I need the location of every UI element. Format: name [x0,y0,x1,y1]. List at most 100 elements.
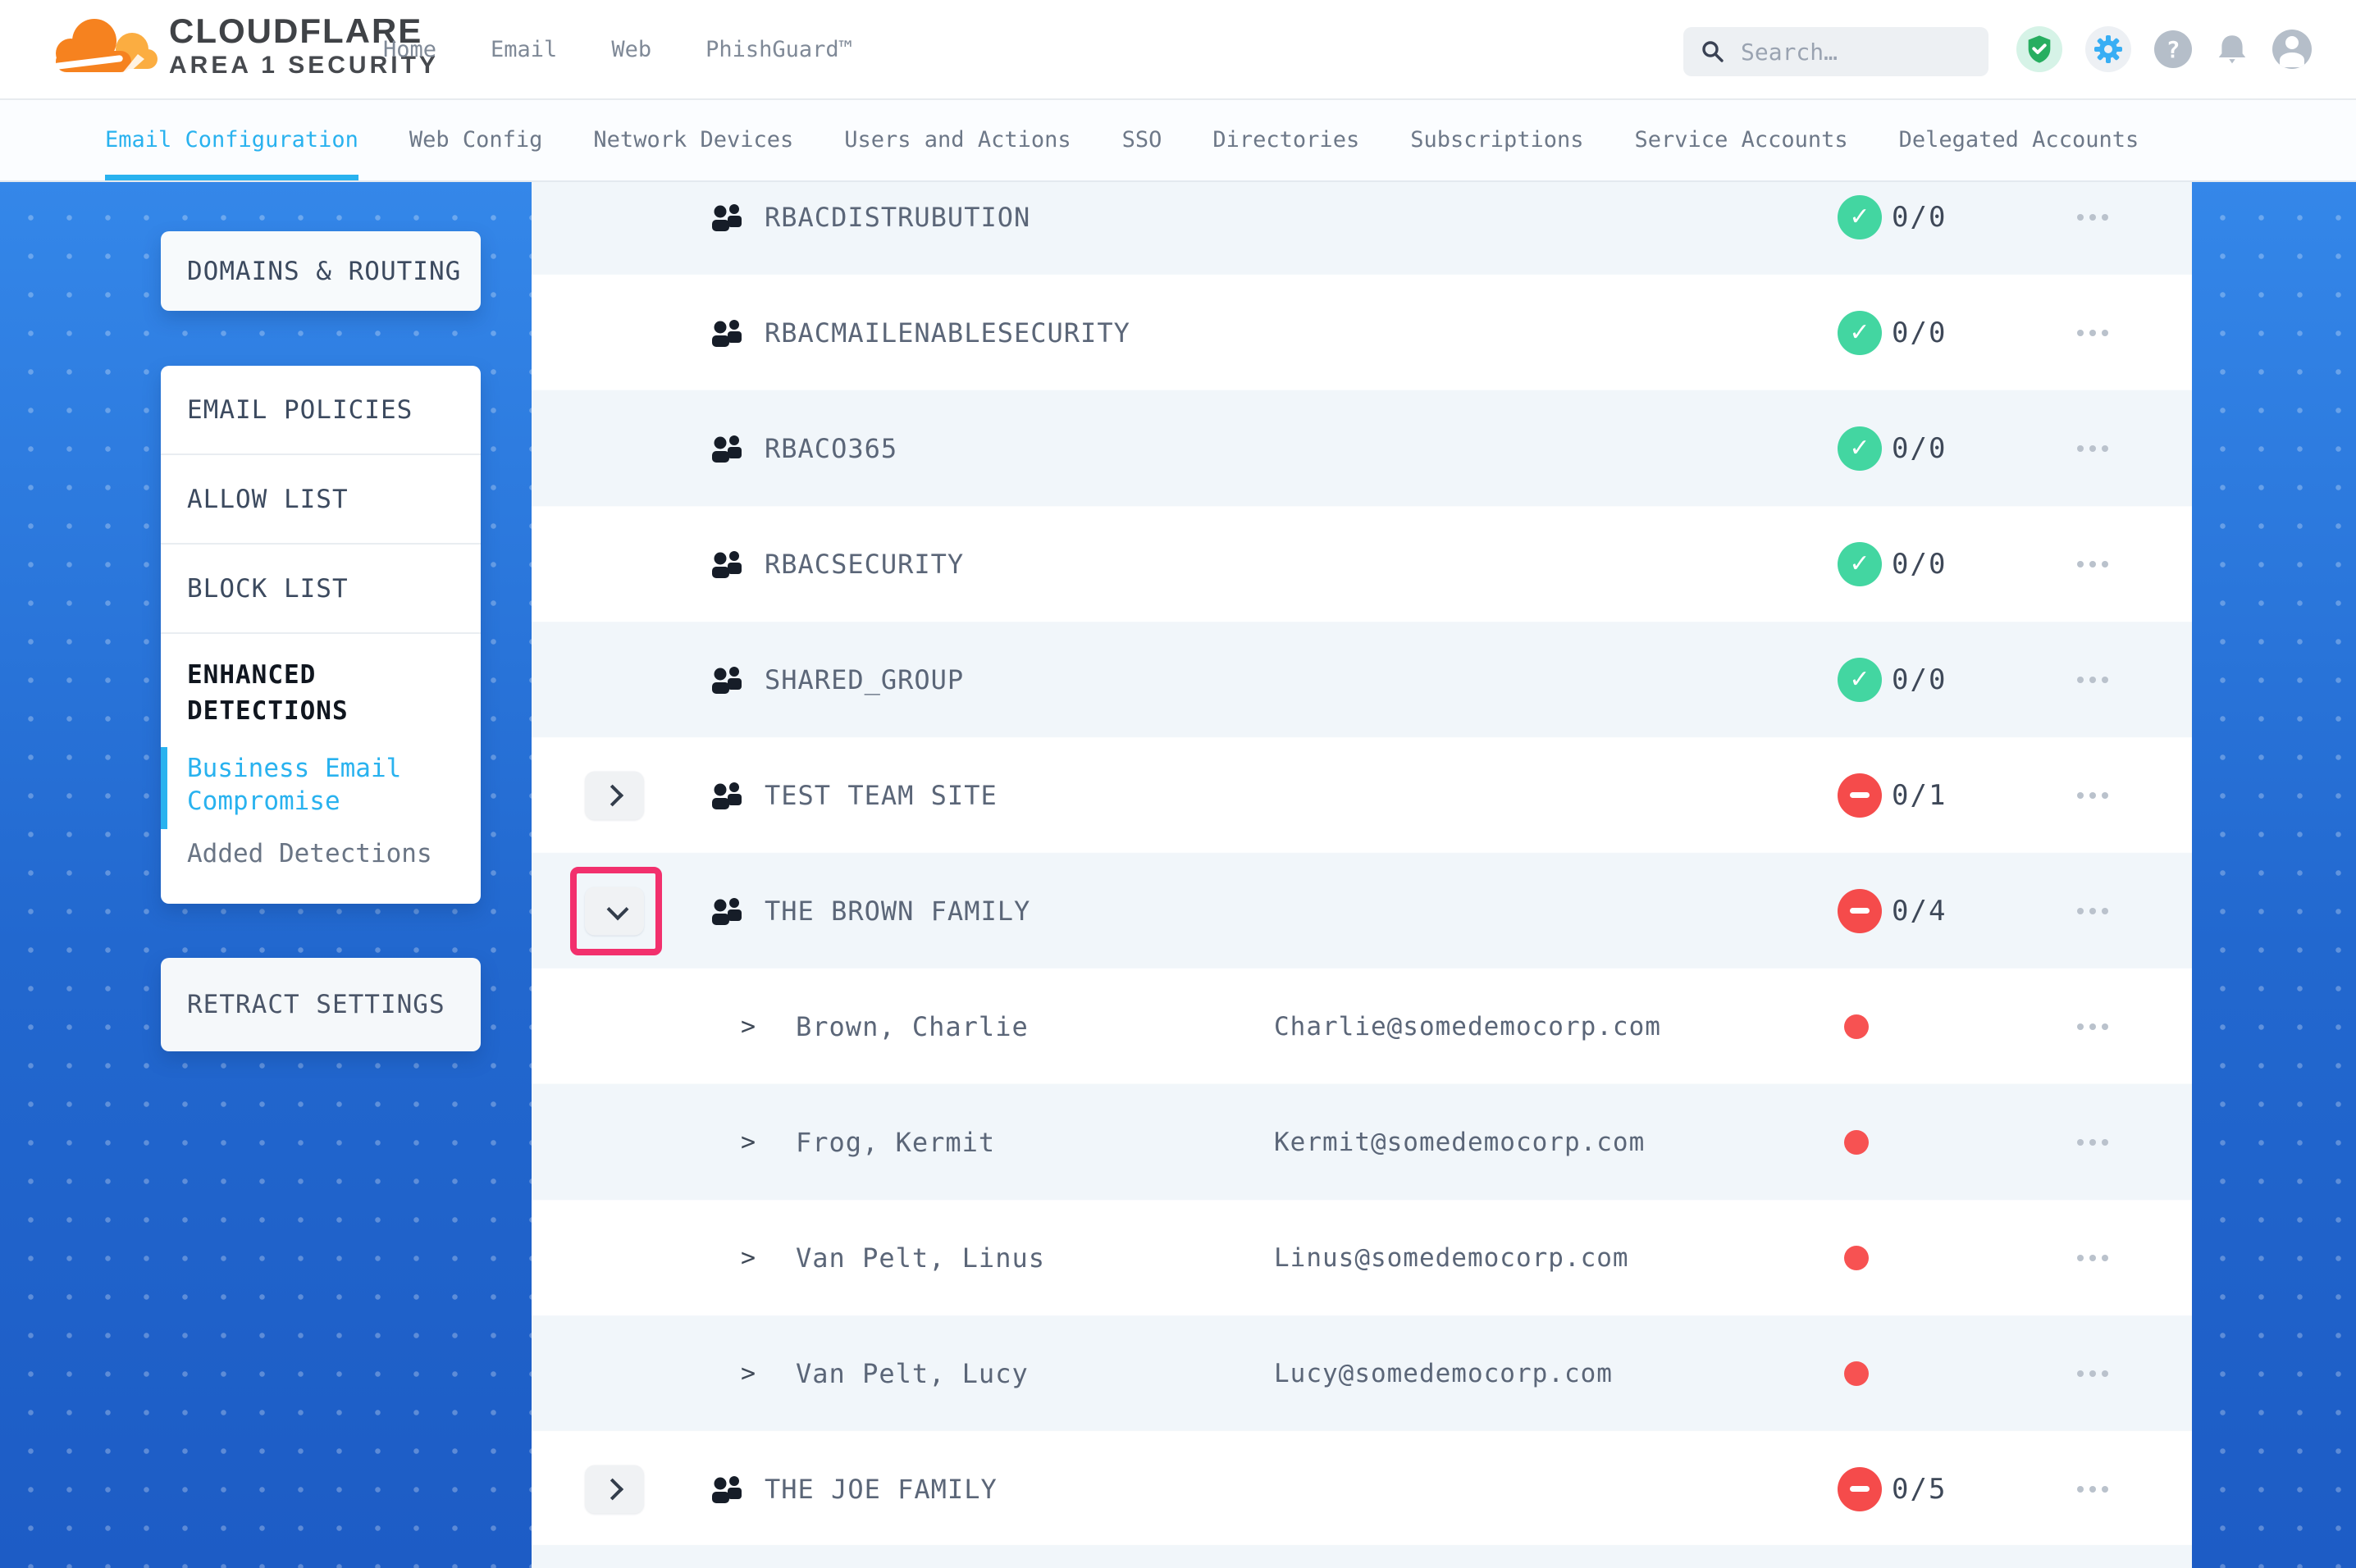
table-row-group-rbaco365: RBACO365 ✓ 0/0 [532,390,2192,506]
settings-button[interactable] [2085,26,2131,72]
minus-icon [1850,1486,1870,1492]
top-nav-phishguard[interactable]: PhishGuard™ [705,37,852,62]
right-edge-strip [2192,182,2356,1568]
row-actions-button[interactable] [2077,1139,2108,1146]
row-actions-button[interactable] [2077,908,2108,914]
people-group-icon [710,896,745,926]
people-group-icon [710,665,745,695]
email-policies-label: EMAIL POLICIES [187,395,413,425]
table-row-member-van-pelt-linus: >Van Pelt, LinusLinus@somedemocorp.com [532,1200,2192,1315]
member-count: 0/4 [1892,895,1947,928]
sidebar-item-domains-routing[interactable]: DOMAINS & ROUTING [161,231,481,311]
sidebar-item-business-email-compromise[interactable]: Business Email Compromise [187,752,433,818]
page: CLOUDFLARE AREA 1 SECURITY Home Email Web P… [0,0,2356,1568]
row-actions-button[interactable] [2077,445,2108,452]
group-name: SHARED_GROUP [765,664,964,695]
member-name: Brown, Charlie [796,1011,1029,1042]
row-actions-button[interactable] [2077,330,2108,336]
minus-icon [1850,792,1870,798]
sidebar-policies-card: EMAIL POLICIES ALLOW LIST BLOCK LIST ENH… [161,366,481,904]
group-name: THE JOE FAMILY [765,1474,998,1505]
expand-button-the-joe-family[interactable] [585,1465,644,1513]
people-group-icon [710,1475,745,1504]
status-check-badge: ✓ [1838,658,1882,702]
table-row-group-shared-group: SHARED_GROUP✓0/0 [532,622,2192,737]
tab-users-and-actions[interactable]: Users and Actions [844,98,1071,180]
group-name: THE BROWN FAMILY [765,896,1030,927]
tab-service-accounts[interactable]: Service Accounts [1635,98,1848,180]
table-row-group-rbacdistrubution: RBACDISTRUBUTION✓0/0 [532,182,2192,275]
member-email: Linus@somedemocorp.com [1274,1243,1629,1273]
status-alert-dot [1844,1014,1869,1039]
tab-directories[interactable]: Directories [1212,98,1359,180]
people-group-icon [710,781,745,810]
status-alert-dot [1844,1361,1869,1386]
tab-email-configuration[interactable]: Email Configuration [105,98,358,180]
tab-delegated-accounts[interactable]: Delegated Accounts [1899,98,2139,180]
member-email: Lucy@somedemocorp.com [1274,1359,1613,1388]
groups-table: RBACDISTRUBUTION✓0/0RBACMAILENABLESECURI… [532,182,2192,1568]
business-email-compromise-label: Business Email Compromise [187,754,401,816]
member-chevron-icon[interactable]: > [741,1243,756,1272]
member-chevron-icon[interactable]: > [741,1359,756,1388]
row-actions-button[interactable] [2077,792,2108,799]
people-group-icon [710,318,745,348]
chevron-right-icon [601,1478,623,1500]
status-check-badge: ✓ [1838,542,1882,586]
check-icon: ✓ [1849,434,1870,463]
active-item-bar [161,747,167,829]
top-nav-email[interactable]: Email [491,37,557,62]
member-chevron-icon[interactable]: > [741,1012,756,1041]
sidebar-item-retract-settings[interactable]: RETRACT SETTINGS [161,958,481,1051]
member-email: Kermit@somedemocorp.com [1274,1128,1645,1157]
allow-list-label: ALLOW LIST [187,485,349,514]
help-icon[interactable]: ? [2154,30,2192,68]
check-icon: ✓ [1849,665,1870,694]
header-icon-cluster: ? [2016,0,2312,98]
security-status-button[interactable] [2016,26,2062,72]
minus-icon [1850,908,1870,914]
bell-icon[interactable] [2215,32,2249,66]
row-actions-button[interactable] [2077,677,2108,683]
section-tabs: Email Configuration Web Config Network Dev… [105,98,2139,180]
tab-web-config[interactable]: Web Config [409,98,543,180]
sidebar-item-block-list[interactable]: BLOCK LIST [161,545,481,632]
row-actions-button[interactable] [2077,561,2108,567]
sidebar-item-added-detections[interactable]: Added Detections [187,839,454,868]
member-chevron-icon[interactable]: > [741,1128,756,1156]
top-nav-home[interactable]: Home [383,37,436,62]
search-icon [1701,40,1724,63]
people-group-icon [710,549,745,579]
tab-subscriptions[interactable]: Subscriptions [1410,98,1583,180]
member-name: Van Pelt, Lucy [796,1358,1029,1389]
row-actions-button[interactable] [2077,1486,2108,1493]
row-actions-button[interactable] [2077,1370,2108,1377]
group-name: TEST TEAM SITE [765,780,998,811]
search-box[interactable] [1683,27,1988,76]
row-actions-button[interactable] [2077,1023,2108,1030]
avatar[interactable] [2272,30,2312,69]
status-alert-dot [1844,1130,1869,1155]
top-header: CLOUDFLARE AREA 1 SECURITY Home Email Web P… [0,0,2356,100]
sidebar-item-email-policies[interactable]: EMAIL POLICIES [161,366,481,454]
row-actions-button[interactable] [2077,1255,2108,1261]
sidebar-item-allow-list[interactable]: ALLOW LIST [161,455,481,543]
tab-network-devices[interactable]: Network Devices [593,98,793,180]
domains-routing-label: DOMAINS & ROUTING [187,257,461,286]
chevron-down-icon [606,898,628,920]
member-count: 0/0 [1892,432,1947,465]
expand-button-test-team-site[interactable] [585,771,644,819]
group-name: RBACO365 [765,433,897,464]
search-input[interactable] [1739,38,1956,66]
status-check-badge: ✓ [1838,426,1882,471]
collapse-button-the-brown-family[interactable] [585,887,644,935]
tab-sso[interactable]: SSO [1122,98,1162,180]
top-nav: Home Email Web PhishGuard™ [383,0,852,98]
block-list-label: BLOCK LIST [187,574,349,604]
top-nav-web[interactable]: Web [611,37,651,62]
brand-logo[interactable]: CLOUDFLARE AREA 1 SECURITY [48,11,439,80]
row-actions-button[interactable] [2077,214,2108,221]
shield-check-icon [2026,34,2052,64]
table-row-member-brown-charlie: >Brown, CharlieCharlie@somedemocorp.com [532,969,2192,1084]
chevron-right-icon [601,784,623,806]
